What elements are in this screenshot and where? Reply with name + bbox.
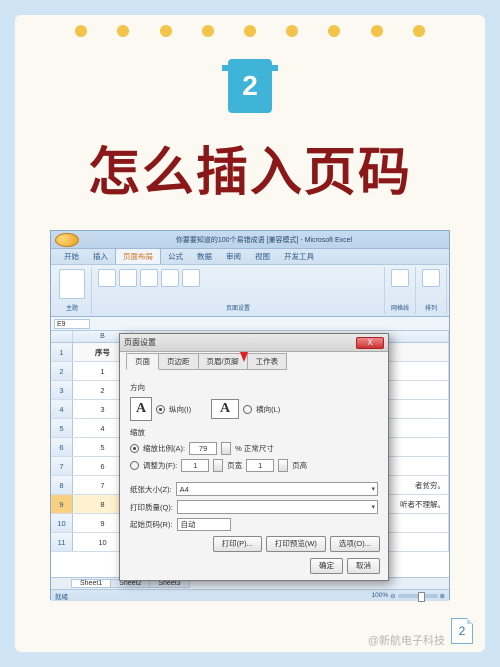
step-number: 2 bbox=[242, 70, 258, 102]
dialog-tab-page[interactable]: 页面 bbox=[126, 353, 159, 370]
first-page-input[interactable]: 自动 bbox=[177, 518, 231, 531]
page-setup-dialog: 页面设置 X 页面 页边距 页眉/页脚 工作表 方向 A 纵向(I) A bbox=[119, 333, 389, 581]
tab-review[interactable]: 审阅 bbox=[219, 249, 248, 264]
print-button[interactable]: 打印(P)... bbox=[213, 536, 262, 552]
fit-tall-input[interactable]: 1 bbox=[246, 459, 274, 472]
tab-home[interactable]: 开始 bbox=[57, 249, 86, 264]
step-badge: 2 bbox=[228, 59, 272, 113]
size-icon[interactable] bbox=[140, 269, 158, 287]
options-button[interactable]: 选项(O)... bbox=[330, 536, 380, 552]
excel-window: 你要要知道的100个易错成语 [兼容模式] - Microsoft Excel … bbox=[50, 230, 450, 600]
tab-insert[interactable]: 插入 bbox=[86, 249, 115, 264]
tutorial-arrow-icon bbox=[240, 352, 248, 362]
paper-size-label: 纸张大小(Z): bbox=[130, 484, 172, 495]
zoom-slider[interactable] bbox=[398, 594, 438, 598]
scaling-label: 缩放 bbox=[130, 427, 378, 438]
themes-icon[interactable] bbox=[59, 269, 85, 299]
formula-bar: E9 bbox=[51, 317, 449, 331]
first-page-label: 起始页码(R): bbox=[130, 519, 173, 530]
dialog-confirm-buttons: 确定 取消 bbox=[310, 558, 380, 574]
adjust-to-radio[interactable] bbox=[130, 444, 139, 453]
paper-size-dropdown[interactable]: A4 bbox=[176, 482, 378, 496]
portrait-label: 纵向(I) bbox=[169, 404, 191, 415]
window-titlebar: 你要要知道的100个易错成语 [兼容模式] - Microsoft Excel bbox=[51, 231, 449, 249]
zoom-controls[interactable]: 100% ⊖⊕ bbox=[371, 592, 445, 600]
landscape-label: 横向(L) bbox=[256, 404, 280, 415]
ribbon-tabs: 开始 插入 页面布局 公式 数据 审阅 视图 开发工具 bbox=[51, 249, 449, 265]
fit-to-radio[interactable] bbox=[130, 461, 139, 470]
dialog-tab-sheet[interactable]: 工作表 bbox=[247, 353, 288, 370]
tab-page-layout[interactable]: 页面布局 bbox=[115, 248, 161, 264]
tab-developer[interactable]: 开发工具 bbox=[277, 249, 321, 264]
ribbon-group-page-setup: 页面设置 bbox=[92, 267, 385, 314]
status-bar: 就绪 100% ⊖⊕ bbox=[51, 589, 449, 601]
decorative-dots bbox=[15, 25, 485, 37]
print-preview-button[interactable]: 打印预览(W) bbox=[266, 536, 326, 552]
tutorial-card: 2 怎么插入页码 你要要知道的100个易错成语 [兼容模式] - Microso… bbox=[15, 15, 485, 652]
tab-data[interactable]: 数据 bbox=[190, 249, 219, 264]
landscape-radio[interactable] bbox=[243, 405, 252, 414]
arrange-icon[interactable] bbox=[422, 269, 440, 287]
ok-button[interactable]: 确定 bbox=[310, 558, 343, 574]
fit-wide-input[interactable]: 1 bbox=[181, 459, 209, 472]
watermark: @新航电子科技 bbox=[368, 632, 445, 648]
cancel-button[interactable]: 取消 bbox=[347, 558, 380, 574]
close-button[interactable]: X bbox=[356, 337, 384, 349]
dialog-action-buttons: 打印(P)... 打印预览(W) 选项(O)... bbox=[213, 536, 380, 552]
orientation-label: 方向 bbox=[130, 382, 378, 393]
adjust-to-label: 缩放比例(A): bbox=[143, 443, 185, 454]
status-ready: 就绪 bbox=[55, 591, 68, 601]
portrait-radio[interactable] bbox=[156, 405, 165, 414]
print-quality-dropdown[interactable] bbox=[177, 500, 378, 514]
breaks-icon[interactable] bbox=[182, 269, 200, 287]
zoom-value: 100% bbox=[371, 592, 388, 599]
page-indicator: 2 bbox=[451, 618, 473, 644]
fit-wide-spinner[interactable] bbox=[213, 459, 223, 472]
name-box[interactable]: E9 bbox=[54, 319, 90, 329]
window-title: 你要要知道的100个易错成语 [兼容模式] - Microsoft Excel bbox=[83, 235, 445, 245]
adjust-value-input[interactable]: 79 bbox=[189, 442, 217, 455]
ribbon-body: 主题 页面设置 网格线 排列 bbox=[51, 265, 449, 317]
office-button[interactable] bbox=[55, 233, 79, 247]
ribbon-group-themes: 主题 bbox=[53, 267, 92, 314]
orientation-icon[interactable] bbox=[119, 269, 137, 287]
fit-to-label: 调整为(F): bbox=[143, 460, 177, 471]
sheet-tab-1[interactable]: Sheet1 bbox=[71, 579, 111, 588]
portrait-icon: A bbox=[130, 397, 152, 421]
ribbon-group-gridlines: 网格线 bbox=[385, 267, 416, 314]
print-quality-label: 打印质量(Q): bbox=[130, 502, 173, 513]
fit-tall-spinner[interactable] bbox=[278, 459, 288, 472]
dialog-body: 方向 A 纵向(I) A 横向(L) 缩放 缩放比例(A): 79 % 正常尺寸 bbox=[120, 370, 388, 541]
adjust-spinner[interactable] bbox=[221, 442, 231, 455]
dialog-titlebar[interactable]: 页面设置 X bbox=[120, 334, 388, 352]
page-title: 怎么插入页码 bbox=[15, 130, 485, 205]
tab-formulas[interactable]: 公式 bbox=[161, 249, 190, 264]
print-area-icon[interactable] bbox=[161, 269, 179, 287]
ribbon-group-arrange: 排列 bbox=[416, 267, 447, 314]
margins-icon[interactable] bbox=[98, 269, 116, 287]
dialog-tabs: 页面 页边距 页眉/页脚 工作表 bbox=[120, 352, 388, 370]
dialog-title: 页面设置 bbox=[124, 337, 356, 348]
dialog-tab-margins[interactable]: 页边距 bbox=[158, 353, 199, 370]
normal-size-label: % 正常尺寸 bbox=[235, 443, 274, 454]
gridlines-icon[interactable] bbox=[391, 269, 409, 287]
tab-view[interactable]: 视图 bbox=[248, 249, 277, 264]
landscape-icon: A bbox=[211, 399, 239, 419]
